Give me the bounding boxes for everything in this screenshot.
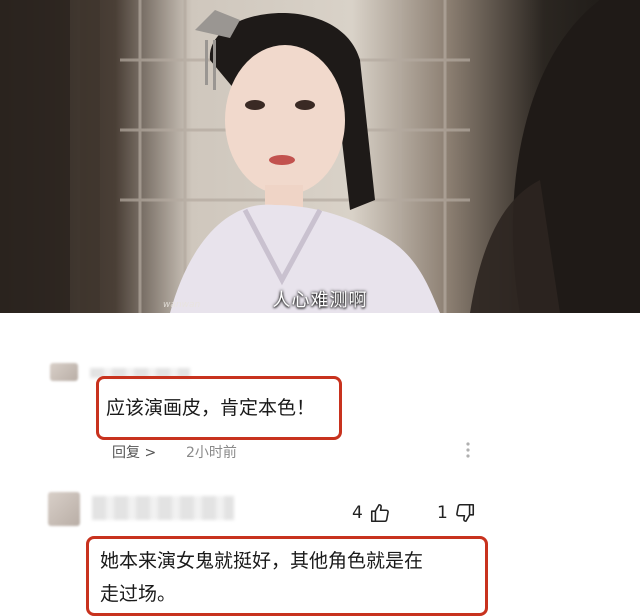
like-count: 4 — [352, 503, 363, 523]
video-subtitle: 人心难测啊 — [272, 290, 368, 311]
scene-backdrop — [0, 0, 640, 313]
reply-label: 回复 — [112, 445, 140, 461]
username-blurred[interactable] — [92, 496, 234, 520]
dislike-button[interactable]: 1 — [437, 502, 476, 524]
comment-text-line1: 她本来演女鬼就挺好，其他角色就是在 — [100, 550, 424, 572]
more-icon[interactable] — [460, 440, 476, 460]
reply-button[interactable]: 回复 > — [112, 442, 156, 462]
comment-time: 2小时前 — [186, 445, 237, 461]
comment-text-line2: 走过场。 — [100, 583, 177, 605]
avatar[interactable] — [48, 492, 80, 526]
like-button[interactable]: 4 — [352, 502, 391, 524]
dislike-count: 1 — [437, 503, 448, 523]
avatar[interactable] — [50, 363, 78, 381]
comment-text: 应该演画皮，肯定本色！ — [106, 397, 316, 419]
chevron-right-icon: > — [144, 445, 157, 461]
thumb-up-icon — [370, 503, 389, 523]
video-watermark: wanwan — [163, 300, 201, 310]
thumb-down-icon — [455, 503, 474, 523]
video-still: 人心难测啊 wanwan — [0, 0, 640, 313]
